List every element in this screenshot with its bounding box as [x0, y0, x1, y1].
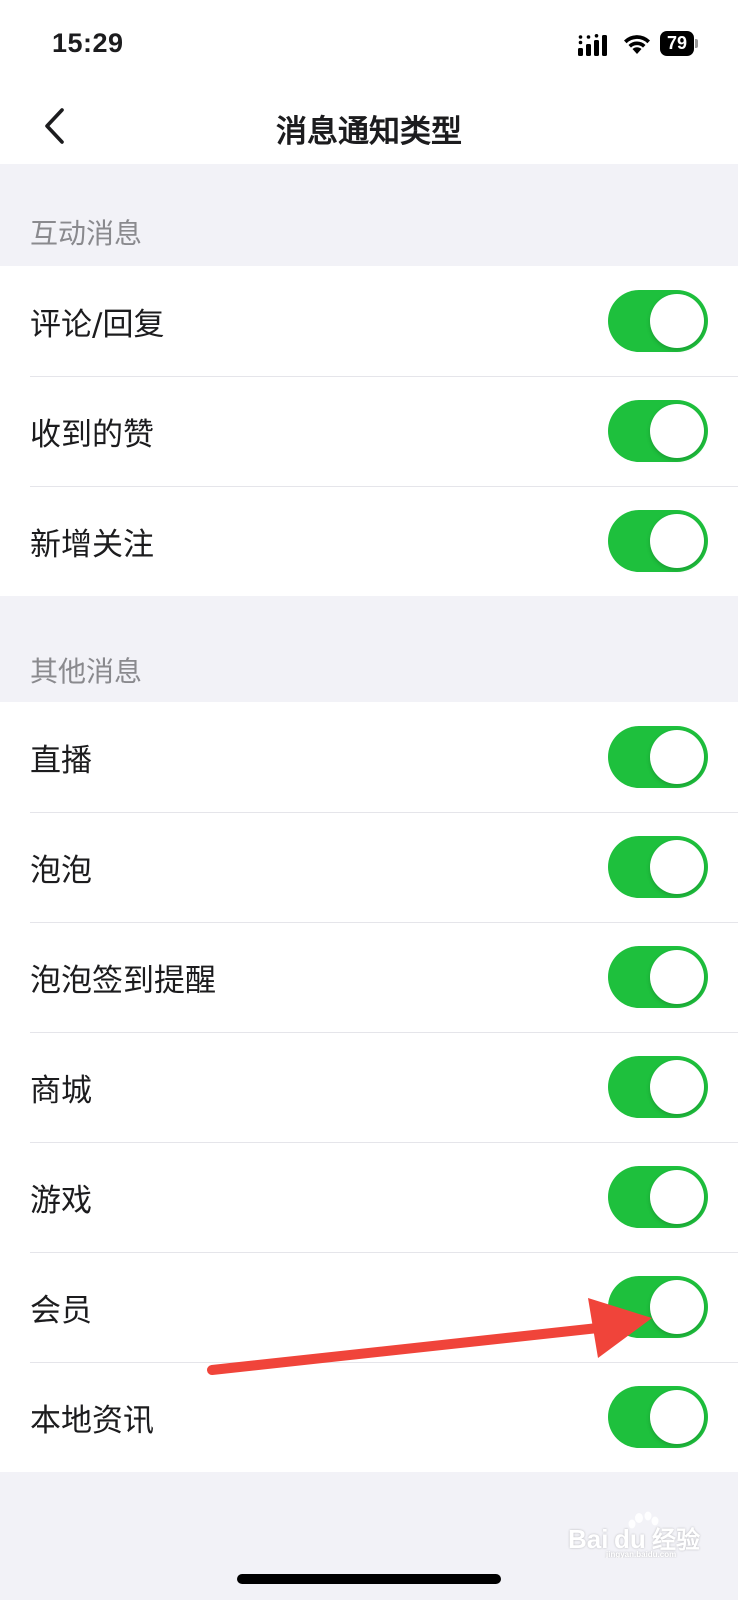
toggle-switch-live[interactable]: [608, 726, 708, 788]
baidu-watermark-logo: Bai du 经验 jingyan.baidu.com: [566, 1510, 716, 1559]
status-bar: 15:29 79: [0, 0, 738, 88]
setting-row-bubble-checkin: 泡泡签到提醒: [0, 922, 738, 1032]
setting-row-live: 直播: [0, 702, 738, 812]
toggle-switch-comments[interactable]: [608, 290, 708, 352]
toggle-knob: [650, 730, 704, 784]
setting-row-comments: 评论/回复: [0, 266, 738, 376]
svg-text:jingyan.baidu.com: jingyan.baidu.com: [605, 1550, 676, 1558]
setting-row-likes: 收到的赞: [0, 376, 738, 486]
baidu-paw-icon: Bai du 经验 jingyan.baidu.com: [568, 1511, 700, 1559]
settings-group-other: 直播 泡泡 泡泡签到提醒 商城 游戏 会员 本地资讯: [0, 702, 738, 1472]
toggle-switch-membership[interactable]: [608, 1276, 708, 1338]
setting-row-local-news: 本地资讯: [0, 1362, 738, 1472]
toggle-switch-mall[interactable]: [608, 1056, 708, 1118]
battery-level: 79: [660, 31, 694, 56]
section-header-other: 其他消息: [30, 655, 143, 688]
toggle-switch-likes[interactable]: [608, 400, 708, 462]
toggle-switch-new-followers[interactable]: [608, 510, 708, 572]
toggle-switch-bubble-checkin[interactable]: [608, 946, 708, 1008]
page-title: 消息通知类型: [276, 114, 462, 150]
setting-label: 商城: [30, 1072, 92, 1109]
setting-row-mall: 商城: [0, 1032, 738, 1142]
toggle-switch-local-news[interactable]: [608, 1386, 708, 1448]
toggle-knob: [650, 514, 704, 568]
setting-label: 泡泡签到提醒: [30, 962, 216, 999]
svg-text:Bai: Bai: [568, 1524, 608, 1554]
toggle-switch-bubble[interactable]: [608, 836, 708, 898]
status-time: 15:29: [52, 28, 124, 58]
toggle-knob: [650, 1060, 704, 1114]
setting-label: 会员: [30, 1292, 92, 1329]
setting-label: 本地资讯: [30, 1402, 154, 1439]
toggle-knob: [650, 950, 704, 1004]
toggle-knob: [650, 404, 704, 458]
setting-label: 新增关注: [30, 526, 154, 563]
setting-row-games: 游戏: [0, 1142, 738, 1252]
cellular-signal-icon: [578, 34, 607, 56]
section-header-interaction: 互动消息: [30, 217, 143, 250]
navigation-bar: 消息通知类型: [0, 88, 738, 164]
battery-tip: [695, 39, 698, 48]
toggle-knob: [650, 1390, 704, 1444]
setting-label: 泡泡: [30, 852, 92, 889]
setting-label: 直播: [30, 742, 92, 779]
toggle-knob: [650, 294, 704, 348]
settings-group-interaction: 评论/回复 收到的赞 新增关注: [0, 266, 738, 596]
home-indicator[interactable]: [237, 1574, 501, 1584]
setting-row-new-followers: 新增关注: [0, 486, 738, 596]
setting-row-bubble: 泡泡: [0, 812, 738, 922]
toggle-knob: [650, 1170, 704, 1224]
toggle-switch-games[interactable]: [608, 1166, 708, 1228]
toggle-knob: [650, 840, 704, 894]
battery-icon: 79: [660, 31, 698, 56]
setting-label: 评论/回复: [30, 306, 165, 343]
setting-label: 游戏: [30, 1182, 92, 1219]
setting-label: 收到的赞: [30, 416, 154, 453]
toggle-knob: [650, 1280, 704, 1334]
wifi-icon: [624, 35, 650, 54]
setting-row-membership: 会员: [0, 1252, 738, 1362]
